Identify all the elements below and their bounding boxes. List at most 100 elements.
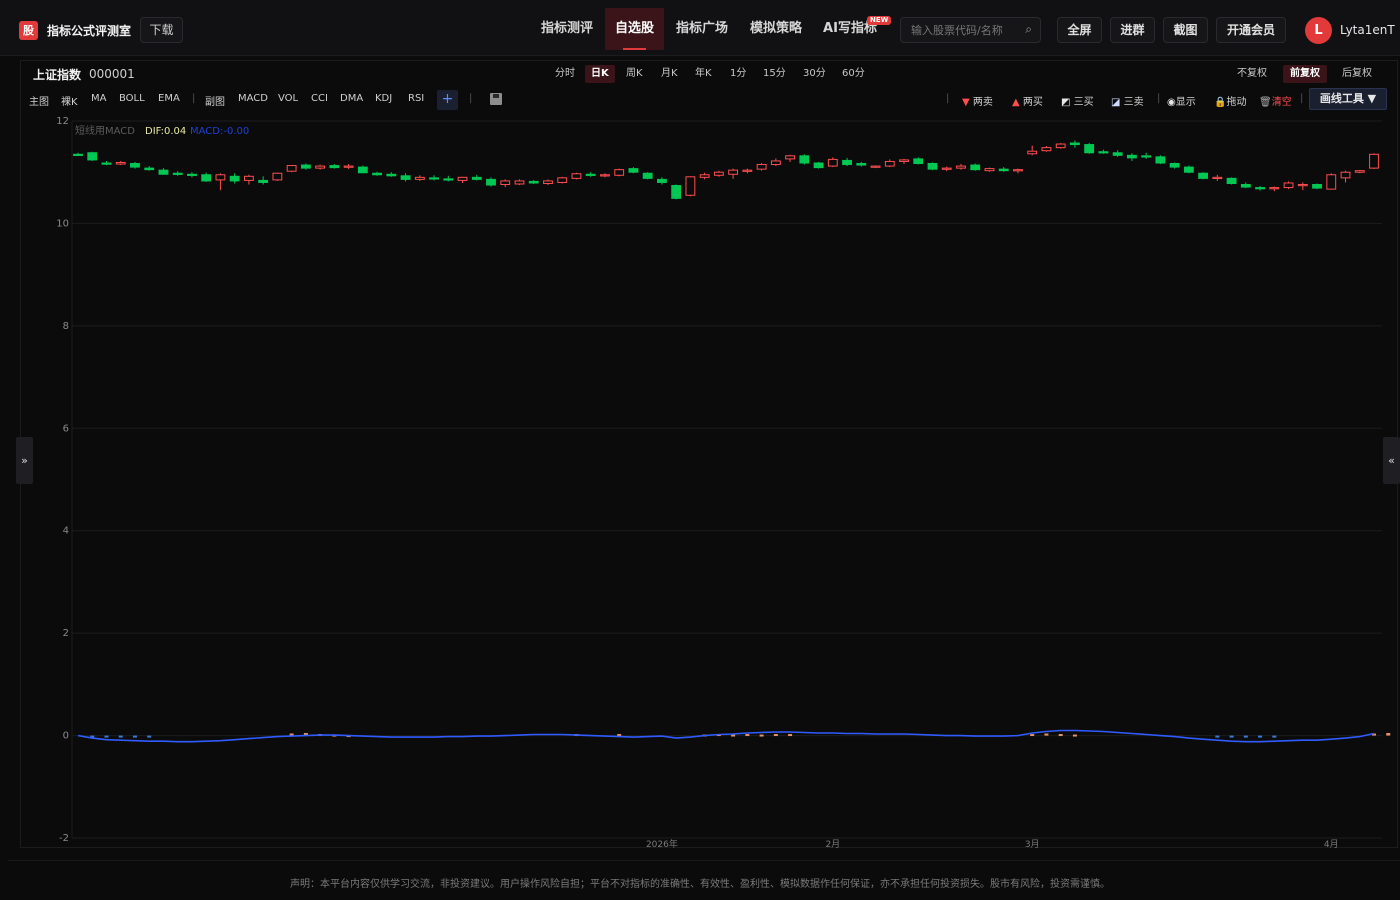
candle-body: [628, 168, 639, 173]
candle: [1283, 181, 1294, 190]
candle-body: [956, 165, 966, 169]
candle: [87, 151, 98, 161]
candle: [315, 164, 326, 170]
candle: [1326, 173, 1337, 190]
x-tick-label: 3月: [1025, 839, 1040, 850]
candle: [343, 164, 354, 170]
candle-body: [913, 158, 924, 165]
candle-body: [642, 172, 653, 179]
candle: [941, 166, 952, 172]
y-axis: 12 10 8 6 4 2 0 -2: [56, 116, 69, 844]
candle: [144, 166, 155, 171]
candle-body: [144, 167, 155, 171]
candle: [1013, 168, 1023, 174]
candle: [827, 157, 838, 168]
candle-body: [87, 152, 98, 161]
candle: [258, 176, 269, 185]
candle: [514, 179, 525, 186]
macd-bar: [1215, 735, 1220, 738]
macd-bar: [1243, 735, 1248, 738]
candle-body: [742, 169, 753, 172]
candle-body: [713, 171, 724, 176]
candle: [856, 161, 867, 167]
candle-body: [414, 176, 425, 180]
candle: [1312, 183, 1322, 190]
candle-body: [927, 163, 938, 170]
candle-body: [1269, 187, 1280, 190]
candle-body: [998, 168, 1009, 172]
candle-body: [73, 153, 83, 156]
y-tick-label: 2: [63, 628, 69, 639]
candle-body: [1369, 153, 1379, 169]
candle: [471, 174, 482, 181]
kline-chart[interactable]: 12 10 8 6 4 2 0 -2 2026年 2月 3月 4月 短线用MACD DIF:0.04…: [0, 0, 1400, 900]
candle-body: [272, 172, 283, 181]
candle: [457, 176, 468, 183]
candle-body: [728, 169, 739, 175]
candle: [1297, 182, 1308, 191]
candle-body: [785, 155, 796, 160]
candle-body: [372, 172, 382, 176]
candle-body: [842, 159, 852, 166]
macd-bar: [132, 735, 137, 738]
candle-body: [457, 176, 468, 181]
candle-body: [827, 158, 838, 167]
candle: [685, 176, 696, 197]
candle: [1055, 143, 1066, 149]
candle-body: [1326, 174, 1337, 190]
candle-body: [1283, 182, 1294, 189]
candlestick-series: [73, 140, 1379, 200]
candle: [656, 177, 667, 185]
candle: [172, 171, 183, 176]
footer-divider: [8, 860, 1400, 861]
candle-body: [500, 180, 511, 186]
candle: [187, 172, 197, 178]
candle: [229, 173, 240, 184]
candle: [101, 160, 112, 166]
candle-body: [1013, 169, 1023, 172]
candle: [443, 175, 454, 182]
candle-body: [884, 160, 895, 167]
candle-body: [614, 169, 625, 176]
legend-name: 短线用MACD: [75, 124, 135, 137]
expand-right-button[interactable]: «: [1383, 437, 1400, 484]
candle-body: [1155, 156, 1166, 164]
candle-body: [429, 177, 439, 180]
candle-body: [941, 167, 952, 170]
candle-body: [1183, 166, 1194, 173]
candle-body: [243, 175, 254, 181]
candle: [628, 167, 639, 174]
candle: [158, 168, 169, 175]
candle-body: [158, 169, 169, 175]
candle: [870, 165, 881, 169]
candle-body: [543, 180, 553, 184]
candle: [699, 172, 710, 180]
candle-body: [1041, 147, 1052, 152]
candle: [557, 176, 568, 184]
macd-bar: [1229, 735, 1234, 738]
candle: [1354, 170, 1365, 174]
candle: [1141, 152, 1152, 159]
candle-body: [1297, 184, 1308, 187]
macd-bar: [1044, 733, 1049, 736]
y-tick-label: 4: [63, 526, 69, 537]
macd-bar: [1030, 734, 1035, 737]
expand-left-button[interactable]: »: [16, 437, 33, 484]
candle: [1041, 146, 1052, 152]
candle-body: [115, 161, 126, 165]
candle: [543, 179, 553, 186]
macd-bar: [788, 734, 793, 737]
candle-body: [1226, 177, 1237, 184]
candle: [842, 157, 852, 167]
y-tick-label: 8: [63, 321, 69, 332]
candle-body: [329, 165, 340, 169]
candle-body: [1169, 163, 1180, 168]
macd-bar: [773, 734, 778, 737]
candle: [884, 159, 895, 168]
candle: [1169, 162, 1180, 169]
candle: [728, 168, 739, 179]
y-tick-label: -2: [59, 833, 69, 844]
candle: [1198, 172, 1209, 180]
candle: [1070, 140, 1080, 148]
candle-body: [229, 175, 240, 182]
